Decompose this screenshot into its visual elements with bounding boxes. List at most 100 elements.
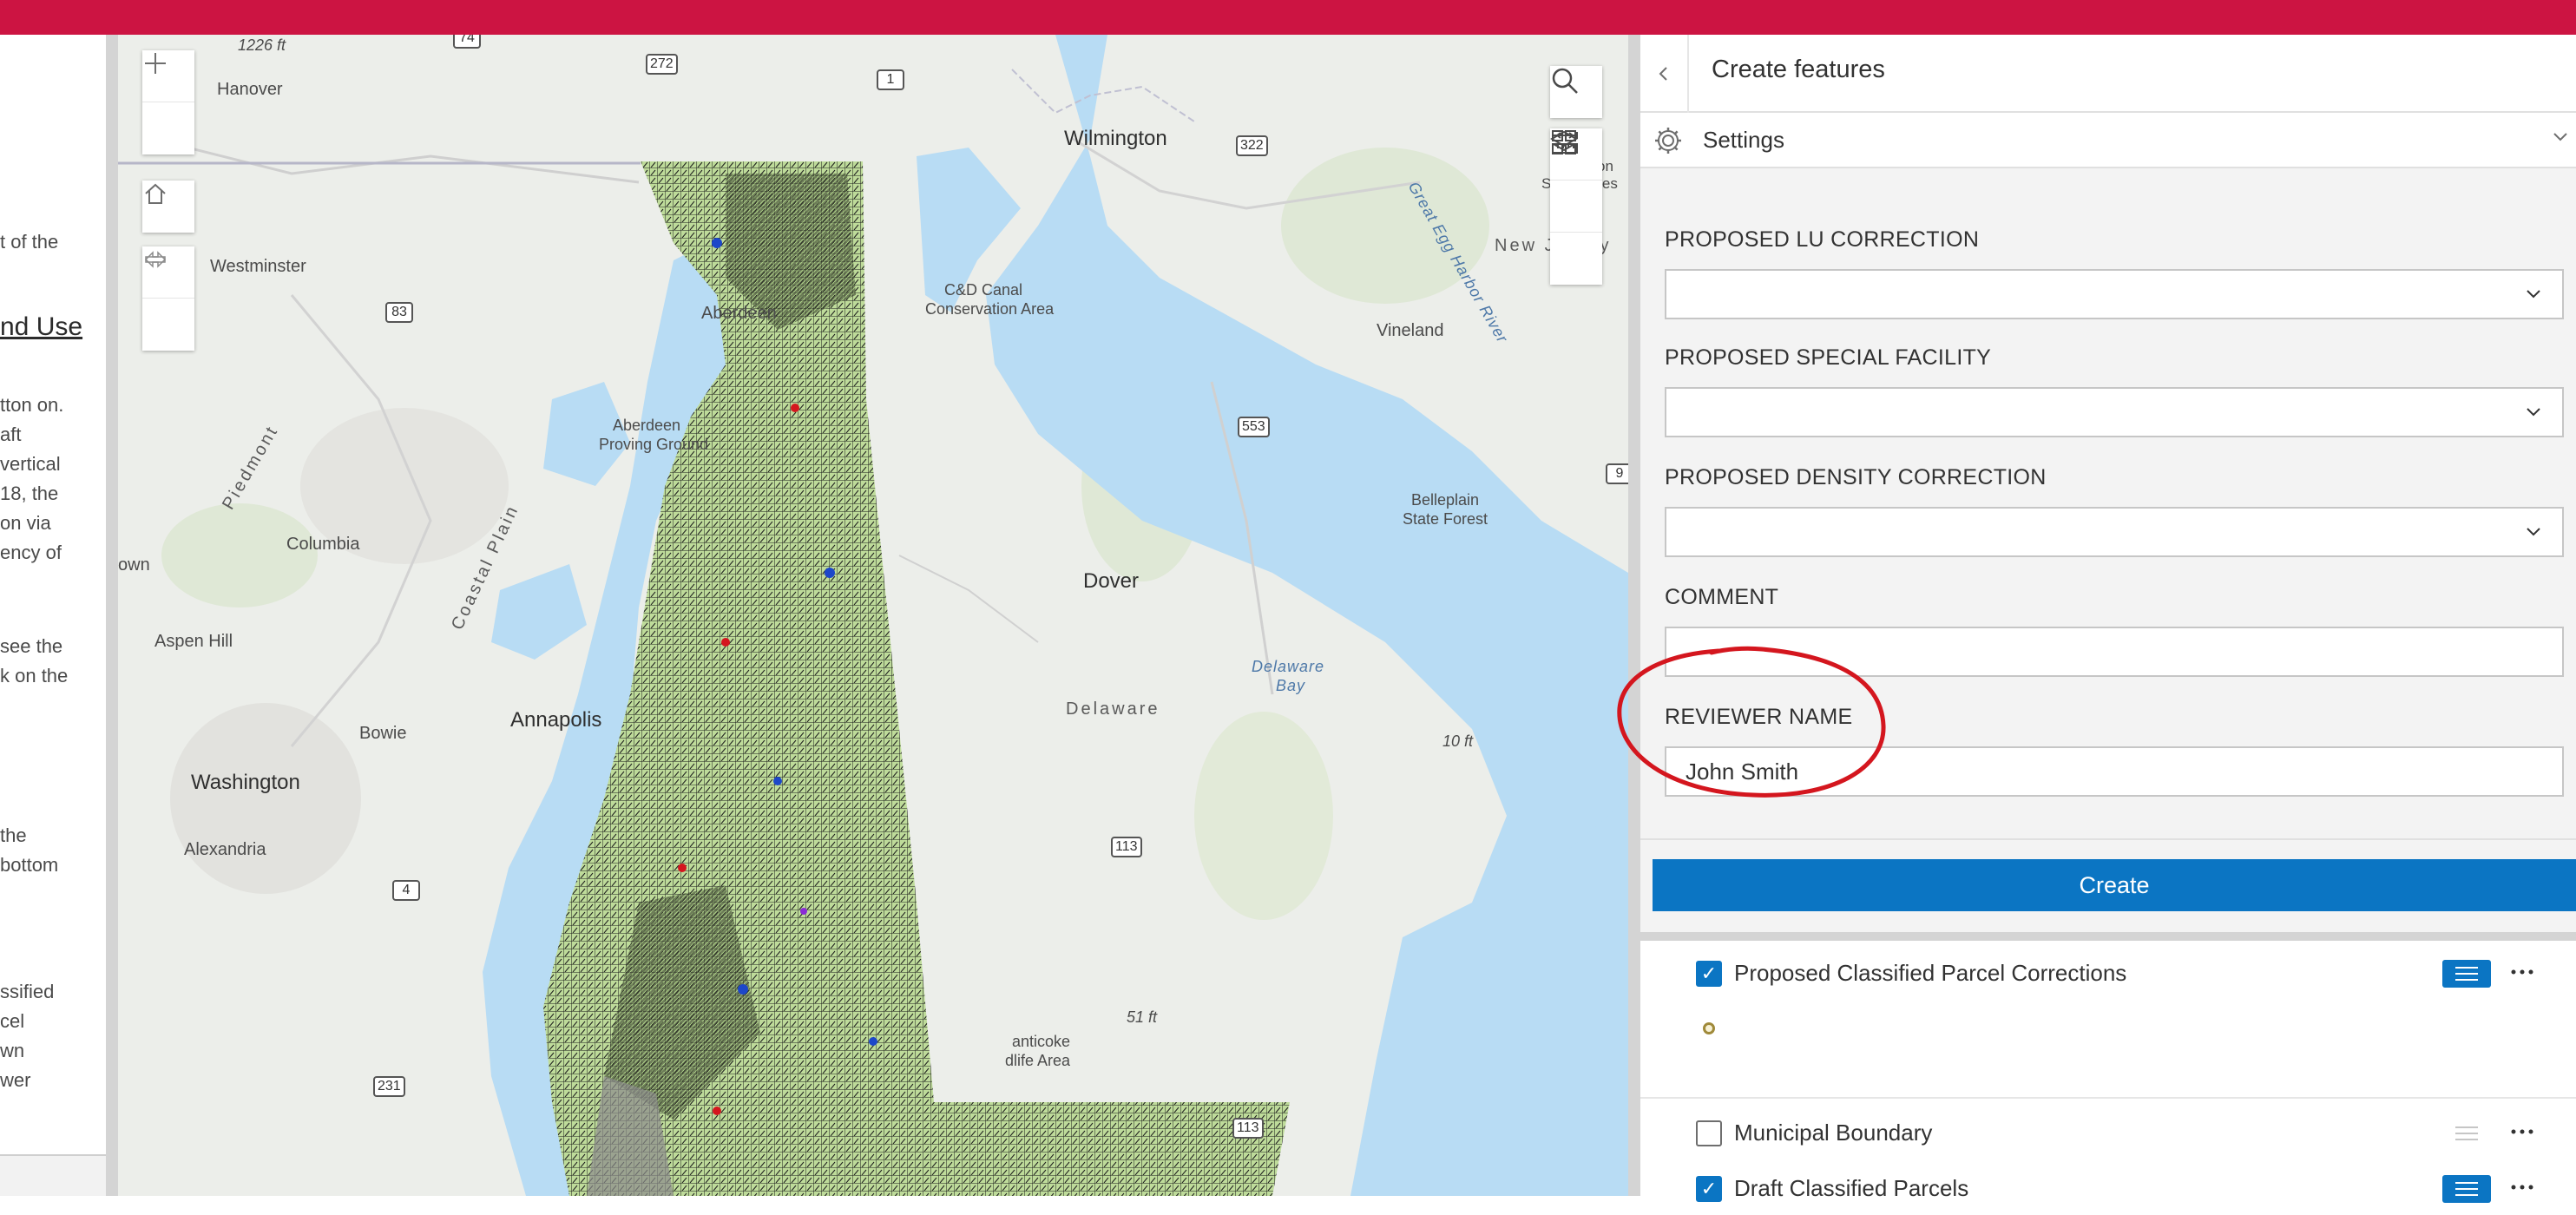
- description-text: t of the: [0, 231, 59, 253]
- field-label: REVIEWER NAME: [1665, 705, 1853, 729]
- minus-icon: [145, 62, 166, 64]
- highway-shield: 553: [1238, 417, 1270, 437]
- measure-button[interactable]: [1550, 132, 1602, 285]
- next-extent-button[interactable]: [142, 251, 194, 351]
- chevron-down-icon: [2524, 389, 2543, 453]
- settings-toggle[interactable]: Settings: [1640, 113, 2576, 168]
- layer-visibility-checkbox[interactable]: [1696, 1120, 1722, 1146]
- description-heading: nd Use: [0, 312, 83, 341]
- home-icon: [145, 183, 166, 204]
- create-button[interactable]: Create: [1653, 859, 2576, 911]
- panel-title: Create features: [1712, 56, 1885, 83]
- map-label-vineland: Vineland: [1377, 321, 1444, 340]
- map-label-wilmington: Wilmington: [1064, 127, 1167, 150]
- map-label-washington: Washington: [191, 771, 300, 794]
- layer-name: Municipal Boundary: [1734, 1120, 1933, 1146]
- description-text: on via: [0, 512, 51, 534]
- description-text: ssified: [0, 981, 55, 1002]
- map-label-annapolis: Annapolis: [510, 708, 602, 732]
- legend-toggle-button[interactable]: [2442, 1175, 2491, 1203]
- app-top-bar: [0, 0, 2576, 35]
- zoom-controls: [142, 50, 194, 154]
- divider: [1640, 1097, 2576, 1099]
- legend-toggle-button[interactable]: [2442, 1120, 2491, 1147]
- gear-icon: [1655, 128, 1681, 154]
- map-label-aberdeen: Aberdeen: [701, 304, 777, 323]
- map-label-elevation: 51 ft: [1127, 1008, 1158, 1026]
- highway-shield: 83: [385, 302, 413, 323]
- ellipsis-icon: [2511, 1129, 2533, 1134]
- map-label-dover: Dover: [1083, 569, 1140, 593]
- map-label-elevation: 10 ft: [1442, 732, 1474, 750]
- back-button[interactable]: [1640, 35, 1689, 113]
- field-label: PROPOSED DENSITY CORRECTION: [1665, 465, 2047, 489]
- divider: [1640, 838, 2576, 840]
- zoom-out-button[interactable]: [142, 62, 194, 154]
- highway-shield: 1: [877, 69, 904, 90]
- panel-resize-handle[interactable]: [1628, 35, 1640, 1196]
- layer-visibility-checkbox[interactable]: ✓: [1696, 961, 1722, 987]
- map-label-bay: Bay: [1276, 677, 1306, 694]
- layer-visibility-checkbox[interactable]: ✓: [1696, 1176, 1722, 1202]
- home-button[interactable]: [142, 181, 194, 233]
- chevron-down-icon: [2524, 509, 2543, 573]
- map-label-wildlife-area: dlife Area: [1005, 1052, 1071, 1069]
- map-label-alexandria: Alexandria: [184, 840, 266, 859]
- proposed-special-facility-select[interactable]: [1665, 387, 2564, 437]
- description-text: tton on.: [0, 394, 64, 416]
- description-panel: t of the nd Use tton on. aft vertical 18…: [0, 35, 106, 1154]
- highway-shield: 113: [1232, 1118, 1264, 1139]
- map-label-proving-ground: Proving Ground: [599, 436, 709, 453]
- more-options-button[interactable]: [2510, 1170, 2534, 1212]
- highway-shield: 4: [392, 880, 420, 901]
- list-icon: [2455, 1126, 2478, 1140]
- more-options-button[interactable]: [2510, 1114, 2534, 1156]
- search-button[interactable]: [1550, 66, 1602, 118]
- panel-resize-handle[interactable]: [106, 35, 118, 1196]
- legend-point-symbol-icon: [1703, 1022, 1715, 1034]
- highway-shield: 113: [1111, 837, 1142, 857]
- map-tools: [1550, 128, 1602, 285]
- settings-label: Settings: [1703, 127, 1784, 153]
- proposed-density-correction-select[interactable]: [1665, 507, 2564, 557]
- reviewer-name-input[interactable]: John Smith: [1665, 746, 2564, 797]
- description-text: k on the: [0, 665, 69, 686]
- highway-shield: 74: [453, 35, 481, 49]
- field-label: COMMENT: [1665, 585, 1779, 609]
- map-label-town: own: [118, 555, 150, 575]
- layer-item[interactable]: ✓ Draft Classified Parcels: [1640, 1163, 2576, 1215]
- panel-header: Create features: [1640, 35, 2576, 113]
- more-options-button[interactable]: [2510, 955, 2534, 996]
- map-search-control: [1550, 66, 1602, 118]
- highway-shield: 9: [1606, 463, 1628, 484]
- comment-input[interactable]: [1665, 627, 2564, 677]
- description-text: cel: [0, 1010, 25, 1032]
- chevron-left-icon: [1659, 67, 1667, 81]
- map-label-conservation-area: Conservation Area: [925, 300, 1055, 318]
- home-control: [142, 181, 194, 233]
- bottom-toolbar: [0, 1154, 106, 1196]
- map-label-elevation: 1226 ft: [238, 36, 286, 54]
- description-text: ency of: [0, 542, 62, 563]
- layer-item[interactable]: ✓ Proposed Classified Parcel Corrections: [1640, 948, 2576, 1000]
- proposed-lu-correction-select[interactable]: [1665, 269, 2564, 319]
- feature-form: PROPOSED LU CORRECTION PROPOSED SPECIAL …: [1640, 170, 2576, 840]
- layer-item[interactable]: Municipal Boundary: [1640, 1107, 2576, 1159]
- map-view[interactable]: 1226 ft Hanover Wilmington Westminster A…: [118, 35, 1628, 1196]
- description-text: wer: [0, 1069, 31, 1091]
- map-label-state-forest: State Forest: [1403, 510, 1488, 528]
- layer-name: Draft Classified Parcels: [1734, 1175, 1969, 1201]
- map-label-columbia: Columbia: [286, 535, 360, 554]
- map-label-nanticoke: anticoke: [1012, 1033, 1071, 1050]
- description-text: vertical: [0, 453, 61, 475]
- basemap-gallery-button[interactable]: [1550, 130, 1602, 233]
- chevron-down-icon: [2550, 127, 2571, 154]
- map-label-hanover: Hanover: [217, 80, 283, 99]
- description-text: bottom: [0, 854, 59, 876]
- legend-toggle-button[interactable]: [2442, 960, 2491, 988]
- map-label-delaware-bay: Delaware: [1252, 658, 1325, 675]
- list-icon: [2455, 967, 2478, 981]
- highway-shield: 322: [1236, 135, 1268, 156]
- description-text: wn: [0, 1040, 25, 1061]
- field-label: PROPOSED SPECIAL FACILITY: [1665, 345, 1992, 370]
